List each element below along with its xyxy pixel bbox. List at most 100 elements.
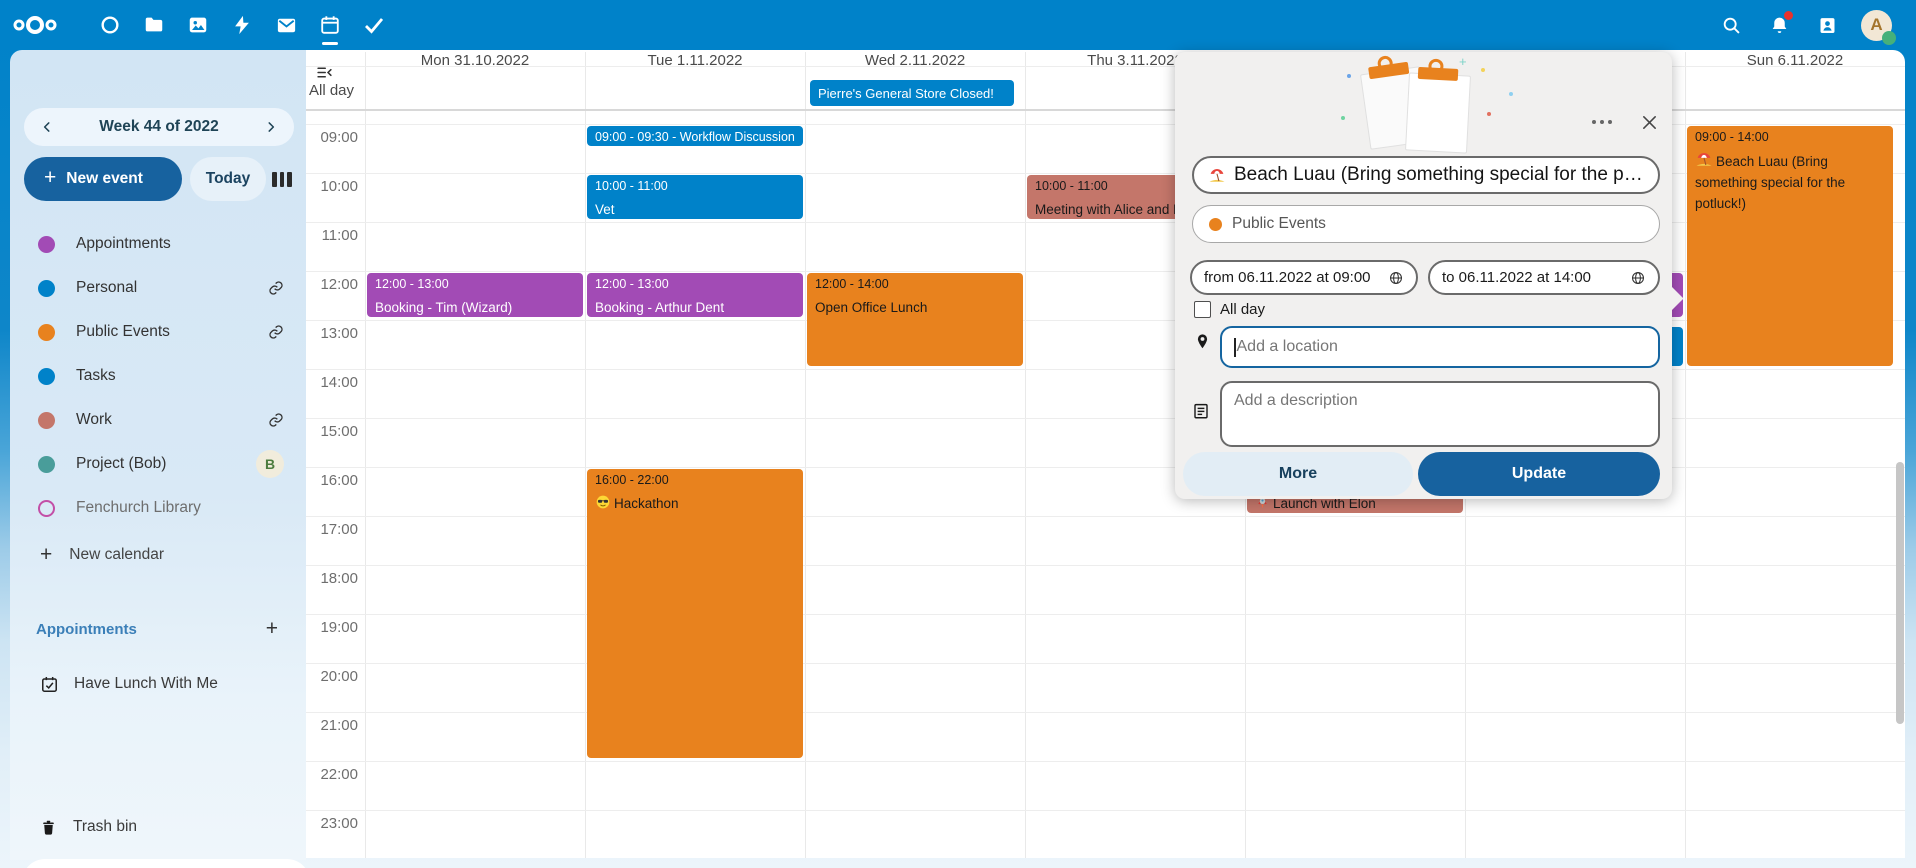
search-icon[interactable] — [1711, 3, 1751, 47]
sidebar-calendar-fenchurch-library[interactable]: Fenchurch Library — [20, 488, 298, 528]
calendar-check-icon — [40, 675, 59, 694]
all-day-checkbox[interactable]: All day — [1194, 301, 1265, 318]
end-datetime-field[interactable]: to 06.11.2022 at 14:00 — [1428, 260, 1660, 295]
time-label: 19:00 — [306, 619, 358, 636]
event[interactable]: 09:00 - 09:30 - Workflow Discussion — [587, 126, 803, 146]
share-link-icon[interactable] — [268, 324, 284, 340]
event-title: Hackathon — [595, 493, 795, 514]
previous-week-button[interactable] — [34, 114, 60, 140]
share-link-icon[interactable] — [268, 280, 284, 296]
mail-app-icon[interactable] — [264, 0, 308, 50]
avatar[interactable]: A — [1861, 10, 1892, 41]
timezone-globe-icon[interactable] — [1388, 270, 1404, 286]
time-label: 15:00 — [306, 423, 358, 440]
description-input[interactable]: Add a description — [1220, 381, 1660, 447]
grid-hline — [306, 663, 1905, 664]
checkbox-unchecked[interactable] — [1194, 301, 1211, 318]
popup-more-menu-icon[interactable] — [1585, 108, 1619, 136]
time-label: 18:00 — [306, 570, 358, 587]
location-placeholder: Add a location — [1237, 338, 1338, 356]
calendar-color-dot — [1209, 218, 1222, 231]
calendar-name: Tasks — [76, 367, 298, 385]
nextcloud-logo-icon[interactable] — [0, 0, 70, 50]
calendar-color-dot — [38, 412, 55, 429]
event-label: 09:00 - 09:30 - Workflow Discussion — [595, 130, 795, 145]
time-label: 14:00 — [306, 374, 358, 391]
calendar-settings-button[interactable]: Calendar settings — [22, 859, 310, 868]
calendar-ring-icon — [38, 500, 55, 517]
vertical-scrollbar[interactable] — [1896, 462, 1904, 724]
activity-app-icon[interactable] — [220, 0, 264, 50]
grid-hline — [306, 565, 1905, 566]
event-editor-popup: + Beach Luau (Bring something special fo… — [1175, 52, 1672, 499]
calendar-color-dot — [38, 456, 55, 473]
time-label: 13:00 — [306, 325, 358, 342]
nextcloud-calendar-app: All day Mon 31.10.2022Tue 1.11.2022Wed 2… — [0, 0, 1916, 868]
day-header: Sun 6.11.2022 — [1685, 52, 1905, 68]
sidebar-calendar-public-events[interactable]: Public Events — [20, 312, 298, 352]
trash-icon — [40, 819, 57, 836]
calendar-name: Public Events — [76, 323, 268, 341]
description-placeholder: Add a description — [1234, 392, 1358, 410]
description-icon — [1192, 402, 1210, 420]
sidebar-calendar-appointments[interactable]: Appointments — [20, 224, 298, 264]
next-week-button[interactable] — [258, 114, 284, 140]
view-mode-icon[interactable] — [270, 168, 294, 190]
sidebar-calendar-project-bob-[interactable]: Project (Bob)B — [20, 444, 298, 484]
update-button[interactable]: Update — [1418, 452, 1660, 496]
week-label: Week 44 of 2022 — [99, 118, 218, 136]
event-title-field[interactable]: Beach Luau (Bring something special for … — [1192, 156, 1660, 194]
new-calendar-button[interactable]: + New calendar — [20, 537, 298, 573]
share-link-icon[interactable] — [268, 412, 284, 428]
calendar-app-icon[interactable] — [308, 0, 352, 50]
photos-app-icon[interactable] — [176, 0, 220, 50]
sidebar-calendar-tasks[interactable]: Tasks — [20, 356, 298, 396]
new-event-button[interactable]: + New event — [24, 157, 182, 201]
day-header: Wed 2.11.2022 — [805, 52, 1025, 68]
calendar-color-dot — [38, 280, 55, 297]
top-bar: A — [0, 0, 1916, 50]
event[interactable]: 16:00 - 22:00 Hackathon — [587, 469, 803, 758]
add-appointment-button[interactable]: + — [266, 617, 278, 641]
event-time: 16:00 - 22:00 — [595, 473, 795, 488]
notification-badge — [1784, 11, 1793, 20]
start-datetime-field[interactable]: from 06.11.2022 at 09:00 — [1190, 260, 1418, 295]
today-button[interactable]: Today — [190, 157, 266, 201]
trash-bin-button[interactable]: Trash bin — [20, 809, 298, 845]
event[interactable]: 12:00 - 13:00Booking - Arthur Dent — [587, 273, 803, 317]
timezone-globe-icon[interactable] — [1630, 270, 1646, 286]
event-title: Open Office Lunch — [815, 297, 1015, 318]
close-icon[interactable] — [1633, 106, 1665, 138]
notifications-icon[interactable] — [1759, 3, 1799, 47]
time-label: 17:00 — [306, 521, 358, 538]
time-label: 16:00 — [306, 472, 358, 489]
sidebar-calendar-personal[interactable]: Personal — [20, 268, 298, 308]
time-label: 11:00 — [306, 227, 358, 244]
more-button[interactable]: More — [1183, 452, 1413, 496]
event[interactable]: 09:00 - 14:00Beach Luau (Bring something… — [1687, 126, 1893, 366]
grid-hline — [306, 810, 1905, 811]
time-label: 22:00 — [306, 766, 358, 783]
appointment-item[interactable]: Have Lunch With Me — [20, 666, 298, 702]
calendar-color-dot — [38, 236, 55, 253]
event[interactable]: 10:00 - 11:00Vet — [587, 175, 803, 219]
grid-hline — [306, 761, 1905, 762]
files-app-icon[interactable] — [132, 0, 176, 50]
event-title-value: Beach Luau (Bring something special for … — [1234, 164, 1644, 186]
calendar-select[interactable]: Public Events — [1192, 205, 1660, 243]
day-header: Tue 1.11.2022 — [585, 52, 805, 68]
tasks-app-icon[interactable] — [352, 0, 396, 50]
location-input[interactable]: Add a location — [1220, 326, 1660, 368]
dashboard-app-icon[interactable] — [88, 0, 132, 50]
all-day-event[interactable]: Pierre's General Store Closed! — [810, 80, 1014, 106]
time-label: 23:00 — [306, 815, 358, 832]
event[interactable]: 12:00 - 13:00Booking - Tim (Wizard) — [367, 273, 583, 317]
top-bar-actions — [1711, 3, 1847, 47]
sidebar-calendar-work[interactable]: Work — [20, 400, 298, 440]
shared-by-badge: B — [256, 450, 284, 478]
event-title: Beach Luau (Bring something special for … — [1695, 150, 1885, 214]
contacts-icon[interactable] — [1807, 3, 1847, 47]
grid-hline — [306, 712, 1905, 713]
top-bar-right: A — [1711, 0, 1892, 50]
event[interactable]: 12:00 - 14:00Open Office Lunch — [807, 273, 1023, 366]
